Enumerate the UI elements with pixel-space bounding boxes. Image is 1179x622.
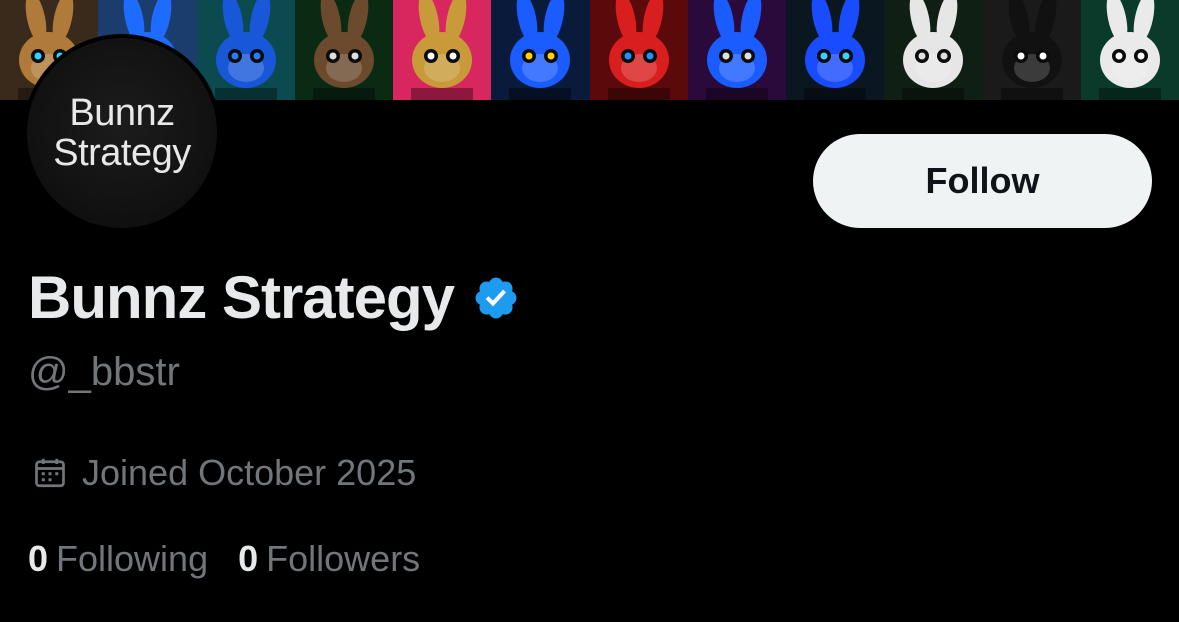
banner-art-tile xyxy=(687,0,786,100)
banner-art-tile xyxy=(884,0,983,100)
following-count: 0 xyxy=(28,538,49,579)
user-handle: @_bbstr xyxy=(28,350,180,394)
banner-art-tile xyxy=(1080,0,1179,100)
calendar-icon xyxy=(35,458,65,488)
banner-art-tile xyxy=(982,0,1081,100)
banner-art-tile xyxy=(491,0,590,100)
followers-label: Followers xyxy=(266,538,421,579)
banner-art-tile xyxy=(589,0,688,100)
verified-badge-icon[interactable] xyxy=(472,274,520,322)
followers-count: 0 xyxy=(238,538,259,579)
join-date: Joined October 2025 xyxy=(32,452,416,494)
banner-art-tile xyxy=(196,0,295,100)
following-label: Following xyxy=(56,538,209,579)
banner-art-tile xyxy=(294,0,393,100)
join-date-text: Joined October 2025 xyxy=(82,452,417,493)
followers-link[interactable]: 0 Followers xyxy=(238,538,420,580)
banner-art-tile xyxy=(393,0,492,100)
avatar-image: Bunnz Strategy xyxy=(27,38,217,228)
avatar-text-line2: Strategy xyxy=(53,132,191,174)
follow-stats: 0 Following 0 Followers xyxy=(28,538,450,580)
avatar[interactable]: Bunnz Strategy xyxy=(23,34,221,232)
following-link[interactable]: 0 Following xyxy=(28,538,208,580)
follow-button[interactable]: Follow xyxy=(813,134,1152,228)
display-name: Bunnz Strategy xyxy=(28,264,455,331)
name-row: Bunnz Strategy xyxy=(28,262,520,334)
banner-art-tile xyxy=(786,0,885,100)
avatar-text-line1: Bunnz xyxy=(69,92,175,134)
